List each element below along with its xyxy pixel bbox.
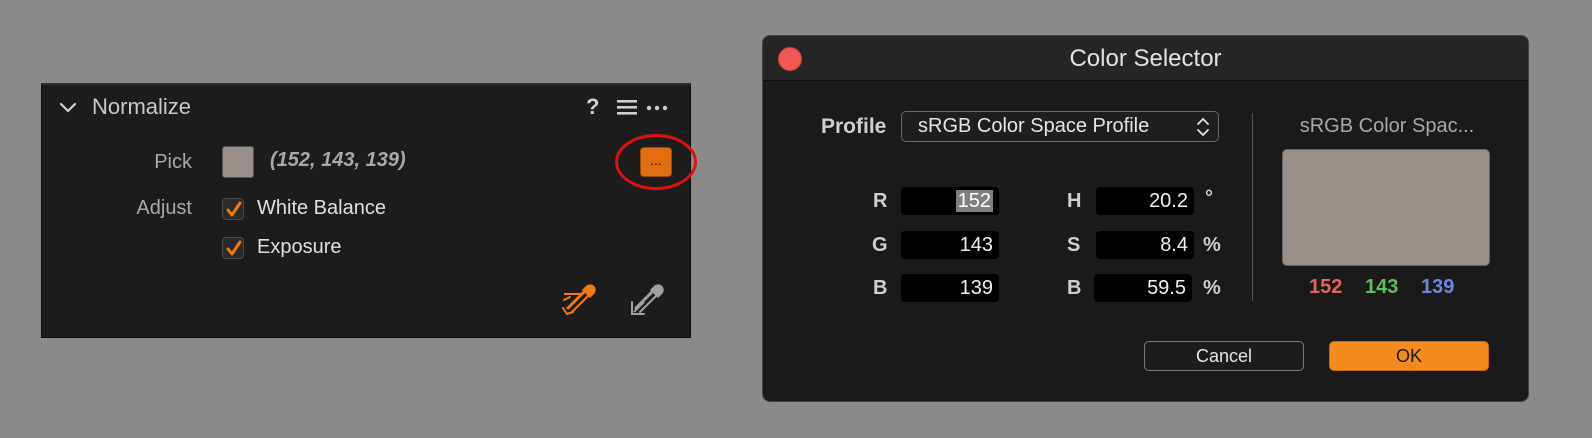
- divider: [1252, 113, 1253, 301]
- profile-label: Profile: [821, 115, 887, 138]
- ok-button[interactable]: OK: [1329, 341, 1489, 371]
- blue-input[interactable]: 139: [901, 274, 999, 302]
- green-input[interactable]: 143: [901, 231, 999, 259]
- dialog-titlebar[interactable]: Color Selector: [763, 36, 1528, 81]
- normalize-panel: Normalize ? Pick (152, 143, 139) ... Adj…: [41, 83, 697, 338]
- brightness-unit: %: [1203, 277, 1221, 299]
- red-label: R: [873, 190, 888, 212]
- list-icon[interactable]: [616, 97, 638, 117]
- select-arrows-icon: [1197, 117, 1209, 137]
- pick-label: Pick: [154, 151, 192, 173]
- checkmark-icon: [226, 240, 242, 256]
- saturation-unit: %: [1203, 234, 1221, 256]
- preview-green-value: 143: [1365, 276, 1399, 298]
- green-label: G: [872, 234, 888, 256]
- preview-swatch: [1282, 149, 1490, 266]
- brightness-label: B: [1067, 277, 1082, 299]
- preview-red-value: 152: [1309, 276, 1343, 298]
- white-balance-label[interactable]: White Balance: [257, 197, 386, 220]
- chevron-down-icon[interactable]: [58, 98, 78, 118]
- color-selector-dialog: Color Selector Profile sRGB Color Space …: [762, 35, 1529, 402]
- white-balance-checkbox[interactable]: [222, 198, 244, 220]
- pick-color-swatch[interactable]: [222, 146, 254, 178]
- dialog-title: Color Selector: [1069, 45, 1222, 72]
- highlight-ring: [615, 134, 697, 190]
- red-input-value: 152: [955, 190, 993, 212]
- brightness-input[interactable]: 59.5: [1094, 274, 1192, 302]
- preview-title: sRGB Color Spac...: [1299, 115, 1475, 137]
- saturation-input[interactable]: 8.4: [1096, 231, 1194, 259]
- saturation-label: S: [1067, 234, 1081, 256]
- pick-value: (152, 143, 139): [270, 149, 406, 171]
- red-input[interactable]: 152: [901, 187, 999, 215]
- hue-unit: °: [1205, 187, 1213, 209]
- cancel-button[interactable]: Cancel: [1144, 341, 1304, 371]
- exposure-label[interactable]: Exposure: [257, 236, 342, 259]
- more-icon[interactable]: [646, 97, 668, 117]
- profile-select-value: sRGB Color Space Profile: [918, 115, 1150, 137]
- exposure-checkbox[interactable]: [222, 237, 244, 259]
- help-icon[interactable]: ?: [586, 94, 602, 119]
- hue-label: H: [1067, 190, 1082, 212]
- target-picker-icon[interactable]: [628, 280, 668, 320]
- adjust-label: Adjust: [136, 197, 192, 219]
- checkmark-icon: [226, 201, 242, 217]
- profile-select[interactable]: sRGB Color Space Profile: [901, 111, 1219, 142]
- hue-input[interactable]: 20.2: [1096, 187, 1194, 215]
- normalize-picker-icon[interactable]: [560, 280, 600, 320]
- panel-title: Normalize: [92, 94, 192, 119]
- panel-header[interactable]: Normalize ?: [42, 85, 690, 129]
- blue-label: B: [873, 277, 888, 299]
- preview-blue-value: 139: [1421, 276, 1455, 298]
